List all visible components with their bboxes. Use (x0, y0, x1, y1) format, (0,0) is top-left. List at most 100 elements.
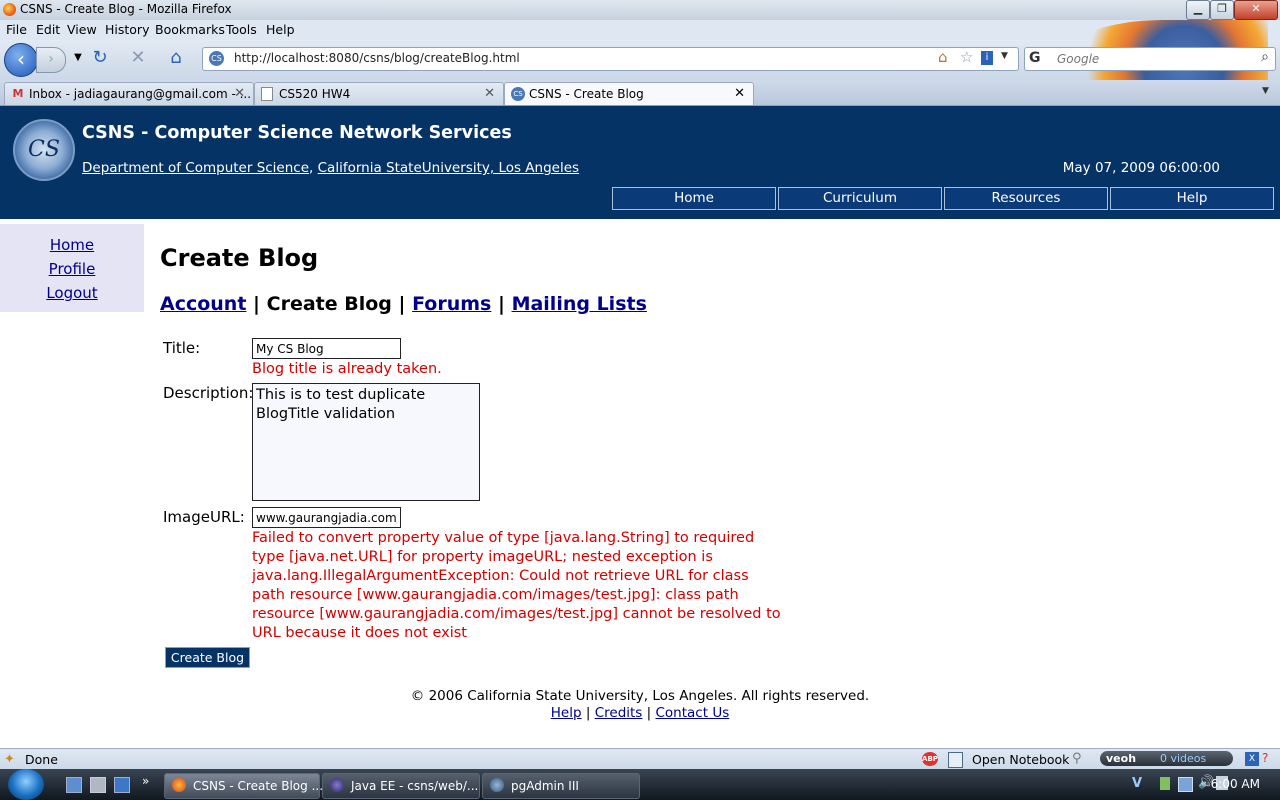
adblock-icon[interactable]: ABP (922, 752, 938, 766)
topnav-resources[interactable]: Resources (944, 187, 1108, 210)
title-input[interactable] (252, 338, 401, 359)
separator: , (309, 160, 314, 176)
separator: | (646, 705, 652, 721)
close-icon[interactable]: ✕ (1234, 0, 1278, 20)
menu-bookmarks[interactable]: Bookmarks (155, 22, 225, 37)
topnav-home[interactable]: Home (612, 187, 776, 210)
description-textarea[interactable]: This is to test duplicate BlogTitle vali… (252, 383, 480, 501)
page-icon (261, 87, 273, 101)
tab-list-dropdown-icon[interactable]: ▼ (1262, 86, 1269, 96)
back-button[interactable]: ‹ (4, 43, 38, 77)
task-eclipse[interactable]: Java EE - csns/web/... (322, 773, 480, 799)
menu-file[interactable]: File (6, 22, 27, 37)
tab-label: CSNS - Create Blog (529, 87, 644, 101)
tab-inbox[interactable]: M Inbox - jadiagaurang@gmail.com - ... ✕ (4, 82, 254, 105)
sidebar-item-logout[interactable]: Logout (0, 284, 144, 302)
addon-x-icon[interactable]: X (1245, 752, 1259, 766)
menu-edit[interactable]: Edit (36, 22, 60, 37)
separator: | (585, 705, 591, 721)
footer-help-link[interactable]: Help (551, 705, 582, 721)
current-datetime: May 07, 2009 06:00:00 (1062, 160, 1220, 176)
title-error: Blog title is already taken. (252, 361, 442, 377)
task-label: CSNS - Create Blog ... (193, 779, 324, 793)
forums-link[interactable]: Forums (412, 293, 491, 315)
quicklaunch-more-icon[interactable]: » (142, 774, 149, 788)
menu-view[interactable]: View (67, 22, 97, 37)
page-title: Create Blog (160, 244, 319, 272)
start-button[interactable] (8, 769, 44, 800)
menu-tools[interactable]: Tools (226, 22, 257, 37)
create-blog-button[interactable]: Create Blog (165, 647, 250, 668)
gmail-icon: M (12, 87, 24, 100)
menu-help[interactable]: Help (266, 22, 295, 37)
home-icon[interactable]: ⌂ (166, 48, 186, 68)
separator: | (253, 293, 260, 315)
tray-v-icon[interactable]: V (1132, 776, 1142, 791)
footer-credits-link[interactable]: Credits (595, 705, 643, 721)
copyright: © 2006 California State University, Los … (410, 688, 870, 704)
pin-icon[interactable]: ⚲ (1072, 751, 1082, 766)
mailing-lists-link[interactable]: Mailing Lists (512, 293, 647, 315)
star-icon[interactable]: ☆ (960, 48, 973, 66)
sub-navigation: Account | Create Blog | Forums | Mailing… (160, 293, 647, 315)
open-notebook-button[interactable]: Open Notebook (972, 752, 1069, 767)
separator: | (497, 293, 505, 315)
tab-cs520-hw4[interactable]: CS520 HW4 ✕ (254, 82, 504, 105)
status-text: Done (25, 752, 58, 767)
tab-close-icon[interactable]: ✕ (234, 86, 245, 101)
imageurl-input[interactable] (252, 507, 401, 528)
quicklaunch-window-icon[interactable] (114, 777, 130, 793)
university-link[interactable]: California StateUniversity, Los Angeles (318, 160, 579, 176)
search-bar[interactable]: G ⌕ (1024, 47, 1276, 71)
veoh-widget[interactable]: veoh 0 videos (1100, 751, 1233, 766)
topnav-curriculum[interactable]: Curriculum (778, 187, 942, 210)
task-firefox[interactable]: CSNS - Create Blog ... (164, 773, 324, 799)
sidebar-item-profile[interactable]: Profile (0, 260, 144, 278)
task-label: pgAdmin III (511, 779, 579, 793)
tray-network-icon[interactable] (1178, 777, 1193, 792)
task-pgadmin[interactable]: pgAdmin III (482, 773, 640, 799)
tab-label: Inbox - jadiagaurang@gmail.com - ... (29, 87, 252, 101)
url-bar[interactable]: CS http://localhost:8080/csns/blog/creat… (202, 47, 1019, 71)
menu-history[interactable]: History (105, 22, 149, 37)
task-label: Java EE - csns/web/... (351, 779, 479, 793)
separator: | (398, 293, 406, 315)
history-dropdown-icon[interactable]: ▼ (68, 48, 88, 68)
tray-device-icon[interactable] (1160, 777, 1170, 790)
minimize-icon[interactable]: ▁ (1186, 0, 1210, 20)
tab-csns-create-blog[interactable]: CS CSNS - Create Blog ✕ (504, 82, 754, 105)
department-link[interactable]: Department of Computer Science (82, 160, 309, 176)
tab-close-icon[interactable]: ✕ (734, 86, 745, 101)
description-label: Description: (163, 384, 254, 402)
firefox-icon (3, 3, 16, 16)
search-input[interactable] (1055, 50, 1249, 68)
maximize-icon[interactable]: ❐ (1210, 0, 1234, 20)
quicklaunch-app-icon[interactable] (90, 777, 106, 793)
csns-icon: CS (511, 87, 525, 101)
home-bookmark-icon[interactable]: ⌂ (938, 48, 948, 66)
eclipse-icon (330, 778, 344, 792)
account-link[interactable]: Account (160, 293, 246, 315)
site-favicon-icon: CS (209, 51, 224, 66)
department-line: Department of Computer Science, Californ… (82, 160, 579, 176)
imageurl-error: Failed to convert property value of type… (252, 530, 781, 641)
google-engine-icon[interactable]: G (1029, 50, 1041, 66)
footer-links: Help | Credits | Contact Us (0, 705, 1280, 721)
veoh-logo-icon: veoh (1106, 752, 1137, 765)
help-addon-icon[interactable]: ? (1262, 751, 1268, 765)
footer-contact-link[interactable]: Contact Us (656, 705, 730, 721)
quicklaunch-desktop-icon[interactable] (66, 777, 82, 793)
stop-icon[interactable]: ✕ (128, 48, 148, 68)
sidebar-item-home[interactable]: Home (0, 236, 144, 254)
info-icon[interactable]: i (981, 51, 993, 65)
forward-button[interactable]: › (36, 47, 66, 73)
tab-close-icon[interactable]: ✕ (484, 86, 495, 101)
notebook-icon[interactable] (948, 752, 963, 768)
pgadmin-icon (490, 778, 504, 792)
topnav-help[interactable]: Help (1110, 187, 1274, 210)
url-dropdown-icon[interactable]: ▼ (1001, 51, 1008, 61)
taskbar-clock[interactable]: 6:00 AM (1211, 777, 1260, 791)
search-icon[interactable]: ⌕ (1261, 49, 1269, 65)
reload-icon[interactable]: ↻ (90, 48, 110, 68)
window-title: CSNS - Create Blog - Mozilla Firefox (20, 2, 232, 16)
